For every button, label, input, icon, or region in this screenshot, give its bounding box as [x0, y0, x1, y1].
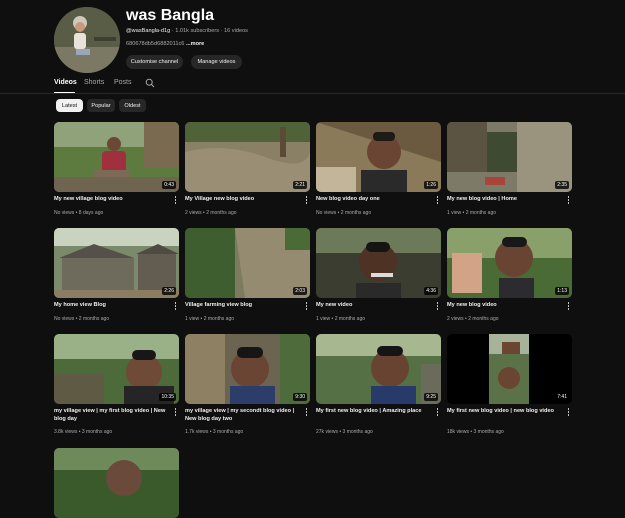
- video-card[interactable]: 4:36 My new video 1 view • 2 months ago: [316, 228, 441, 322]
- video-thumbnail[interactable]: 9:30: [185, 334, 310, 404]
- tabs-divider: [0, 93, 625, 94]
- video-card[interactable]: 2:03 Village farming view blog 1 view • 2 …: [185, 228, 310, 322]
- channel-handle: @wasBangla-d1g: [126, 28, 171, 34]
- chip-latest[interactable]: Latest: [56, 99, 83, 112]
- video-thumbnail[interactable]: 2:35: [447, 122, 572, 192]
- video-meta: 27k views • 3 months ago: [316, 429, 373, 435]
- video-duration: 4:36: [424, 287, 438, 295]
- video-title[interactable]: New blog video day one: [316, 196, 428, 204]
- channel-description-text: 680678db5d6882011c6: [126, 41, 185, 47]
- more-vert-icon[interactable]: [305, 196, 308, 205]
- video-meta: 1 view • 2 months ago: [185, 316, 234, 322]
- video-meta: No views • 2 months ago: [316, 210, 372, 216]
- video-thumbnail[interactable]: 2:21: [185, 122, 310, 192]
- video-title[interactable]: Village farming view blog: [185, 302, 297, 310]
- video-duration: 7:41: [555, 393, 569, 401]
- video-title[interactable]: My first new blog video | new blog video: [447, 408, 559, 416]
- video-card[interactable]: 9:25 My first new blog video | Amazing pl…: [316, 334, 441, 435]
- tab-shorts[interactable]: Shorts: [84, 79, 104, 86]
- video-meta: No views • 2 months ago: [54, 316, 110, 322]
- channel-stats: @wasBangla-d1g · 1.01k subscribers · 16 …: [126, 28, 248, 34]
- video-card[interactable]: 7:41 My first new blog video | new blog v…: [447, 334, 572, 435]
- channel-avatar[interactable]: [54, 7, 120, 73]
- video-card[interactable]: 2:35 My new blog video | Home 1 view • 2 m…: [447, 122, 572, 216]
- video-thumbnail[interactable]: 1:13: [447, 228, 572, 298]
- more-vert-icon[interactable]: [174, 196, 177, 205]
- video-card[interactable]: 2:26 My home view Blog No views • 2 months…: [54, 228, 179, 322]
- video-duration: 9:30: [293, 393, 307, 401]
- video-card[interactable]: 0:43 My new village blog video No views • …: [54, 122, 179, 216]
- video-meta: 18k views • 3 months ago: [447, 429, 504, 435]
- more-vert-icon[interactable]: [305, 302, 308, 311]
- video-title[interactable]: My new blog video | Home: [447, 196, 559, 204]
- more-vert-icon[interactable]: [567, 196, 570, 205]
- more-vert-icon[interactable]: [436, 302, 439, 311]
- video-duration: 2:35: [555, 181, 569, 189]
- video-card[interactable]: 1:13 My new blog video 2 views • 2 months …: [447, 228, 572, 322]
- chip-oldest[interactable]: Oldest: [119, 99, 146, 112]
- video-meta: 3.8k views • 3 months ago: [54, 429, 113, 435]
- video-card[interactable]: [54, 448, 179, 518]
- video-meta: 1 view • 2 months ago: [447, 210, 496, 216]
- video-duration: 0:43: [162, 181, 176, 189]
- video-meta: No views • 8 days ago: [54, 210, 104, 216]
- more-vert-icon[interactable]: [436, 196, 439, 205]
- channel-stats-text: · 1.01k subscribers · 16 videos: [170, 28, 248, 34]
- more-vert-icon[interactable]: [567, 302, 570, 311]
- video-duration: 2:26: [162, 287, 176, 295]
- video-duration: 10:35: [159, 393, 176, 401]
- video-duration: 1:13: [555, 287, 569, 295]
- chip-popular[interactable]: Popular: [87, 99, 115, 112]
- video-thumbnail[interactable]: 7:41: [447, 334, 572, 404]
- video-title[interactable]: My Village new blog video: [185, 196, 297, 204]
- more-vert-icon[interactable]: [436, 408, 439, 417]
- video-thumbnail[interactable]: 10:35: [54, 334, 179, 404]
- customise-channel-button[interactable]: Customise channel: [126, 55, 183, 69]
- more-vert-icon[interactable]: [174, 408, 177, 417]
- more-vert-icon[interactable]: [567, 408, 570, 417]
- video-thumbnail[interactable]: [54, 448, 179, 518]
- video-thumbnail[interactable]: 2:03: [185, 228, 310, 298]
- video-duration: 1:26: [424, 181, 438, 189]
- video-title[interactable]: My new blog video: [447, 302, 559, 310]
- video-duration: 9:25: [424, 393, 438, 401]
- video-card[interactable]: 2:21 My Village new blog video 2 views • 2…: [185, 122, 310, 216]
- channel-name: was Bangla: [126, 7, 215, 24]
- more-vert-icon[interactable]: [305, 408, 308, 417]
- video-card[interactable]: 10:35 my village view | my first blog vid…: [54, 334, 179, 435]
- video-meta: 2 views • 2 months ago: [447, 316, 499, 322]
- tab-posts[interactable]: Posts: [114, 79, 132, 86]
- video-meta: 1 view • 2 months ago: [316, 316, 365, 322]
- video-title[interactable]: my village view | my first blog video | …: [54, 408, 166, 423]
- video-title[interactable]: My home view Blog: [54, 302, 166, 310]
- video-meta: 1.7k views • 3 months ago: [185, 429, 244, 435]
- video-title[interactable]: My new video: [316, 302, 428, 310]
- video-thumbnail[interactable]: 9:25: [316, 334, 441, 404]
- video-thumbnail[interactable]: 4:36: [316, 228, 441, 298]
- video-title[interactable]: My new village blog video: [54, 196, 166, 204]
- channel-description[interactable]: 680678db5d6882011c6 ...more: [126, 41, 204, 47]
- video-meta: 2 views • 2 months ago: [185, 210, 237, 216]
- video-title[interactable]: my village view | my secondt blog video …: [185, 408, 297, 423]
- more-vert-icon[interactable]: [174, 302, 177, 311]
- more-link[interactable]: ...more: [186, 41, 204, 47]
- tab-videos[interactable]: Videos: [54, 79, 77, 86]
- video-card[interactable]: 9:30 my village view | my secondt blog vi…: [185, 334, 310, 435]
- video-card[interactable]: 1:26 New blog video day one No views • 2 m…: [316, 122, 441, 216]
- manage-videos-button[interactable]: Manage videos: [191, 55, 242, 69]
- search-icon[interactable]: [145, 78, 155, 88]
- video-title[interactable]: My first new blog video | Amazing place: [316, 408, 428, 416]
- video-thumbnail[interactable]: 0:43: [54, 122, 179, 192]
- video-thumbnail[interactable]: 1:26: [316, 122, 441, 192]
- video-duration: 2:03: [293, 287, 307, 295]
- video-thumbnail[interactable]: 2:26: [54, 228, 179, 298]
- video-duration: 2:21: [293, 181, 307, 189]
